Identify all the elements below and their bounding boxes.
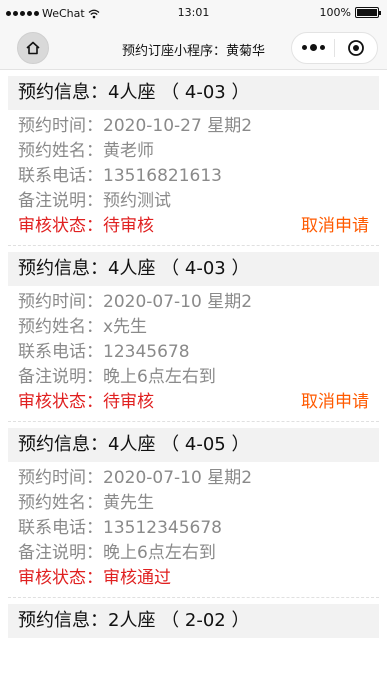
booking-time-row: 预约时间：2020-07-10 星期2	[18, 292, 253, 312]
booking-phone-row: 联系电话：12345678	[18, 342, 190, 362]
booking-card: 预约信息：4人座 （ 4-05 ） 预约时间：2020-07-10 星期2 预约…	[8, 428, 379, 598]
booking-time: 2020-07-10 星期2	[103, 292, 253, 312]
booking-note: 预约测试	[103, 191, 171, 211]
more-icon	[301, 45, 307, 50]
booking-phone: 13512345678	[103, 518, 222, 538]
mini-program-capsule	[291, 32, 378, 64]
more-button[interactable]	[292, 44, 334, 51]
booking-status-row: 审核状态：待审核 取消申请	[18, 390, 369, 415]
booking-phone-row: 联系电话：13512345678	[18, 518, 222, 538]
battery-group: 100%	[319, 6, 381, 19]
booking-card: 预约信息：4人座 （ 4-03 ） 预约时间：2020-10-27 星期2 预约…	[8, 76, 379, 246]
booking-name: 黄先生	[103, 493, 154, 513]
booking-card: 预约信息：2人座 （ 2-02 ）	[8, 604, 379, 644]
booking-note-row: 备注说明：晚上6点左右到	[18, 543, 216, 563]
booking-time: 2020-07-10 星期2	[103, 468, 253, 488]
booking-note: 晚上6点左右到	[103, 543, 216, 563]
booking-time-row: 预约时间：2020-10-27 星期2	[18, 116, 253, 136]
booking-title: 预约信息：4人座 （ 4-05 ）	[8, 428, 379, 462]
booking-phone: 13516821613	[103, 166, 222, 186]
battery-percent: 100%	[319, 6, 351, 19]
booking-phone-row: 联系电话：13516821613	[18, 166, 222, 186]
nav-bar: 预约订座小程序：黄菊华	[0, 26, 387, 70]
cancel-button[interactable]: 取消申请	[301, 214, 369, 239]
close-button[interactable]	[335, 39, 377, 57]
status-badge: 审核状态：待审核	[18, 216, 154, 236]
booking-name-row: 预约姓名：x先生	[18, 317, 148, 337]
booking-status-row: 审核状态：审核通过	[18, 566, 369, 591]
booking-phone: 12345678	[103, 342, 190, 362]
booking-status-row: 审核状态：待审核 取消申请	[18, 214, 369, 239]
booking-name-row: 预约姓名：黄先生	[18, 493, 154, 513]
booking-note: 晚上6点左右到	[103, 367, 216, 387]
booking-title: 预约信息：4人座 （ 4-03 ）	[8, 252, 379, 286]
booking-note-row: 备注说明：预约测试	[18, 191, 171, 211]
status-badge: 审核状态：审核通过	[18, 568, 171, 588]
status-badge: 审核状态：待审核	[18, 392, 154, 412]
booking-name-row: 预约姓名：黄老师	[18, 141, 154, 161]
close-target-icon	[348, 40, 364, 56]
booking-card: 预约信息：4人座 （ 4-03 ） 预约时间：2020-07-10 星期2 预约…	[8, 252, 379, 422]
status-bar: WeChat 13:01 100%	[0, 0, 387, 26]
booking-name: x先生	[103, 317, 148, 337]
booking-title: 预约信息：4人座 （ 4-03 ）	[8, 76, 379, 110]
booking-list: 预约信息：4人座 （ 4-03 ） 预约时间：2020-10-27 星期2 预约…	[0, 76, 387, 644]
booking-title: 预约信息：2人座 （ 2-02 ）	[8, 604, 379, 638]
booking-note-row: 备注说明：晚上6点左右到	[18, 367, 216, 387]
booking-time: 2020-10-27 星期2	[103, 116, 253, 136]
booking-time-row: 预约时间：2020-07-10 星期2	[18, 468, 253, 488]
page-title: 预约订座小程序：黄菊华	[121, 44, 265, 59]
home-icon	[26, 41, 40, 55]
home-button[interactable]	[17, 32, 49, 64]
cancel-button[interactable]: 取消申请	[301, 390, 369, 415]
battery-icon	[355, 7, 381, 18]
booking-name: 黄老师	[103, 141, 154, 161]
